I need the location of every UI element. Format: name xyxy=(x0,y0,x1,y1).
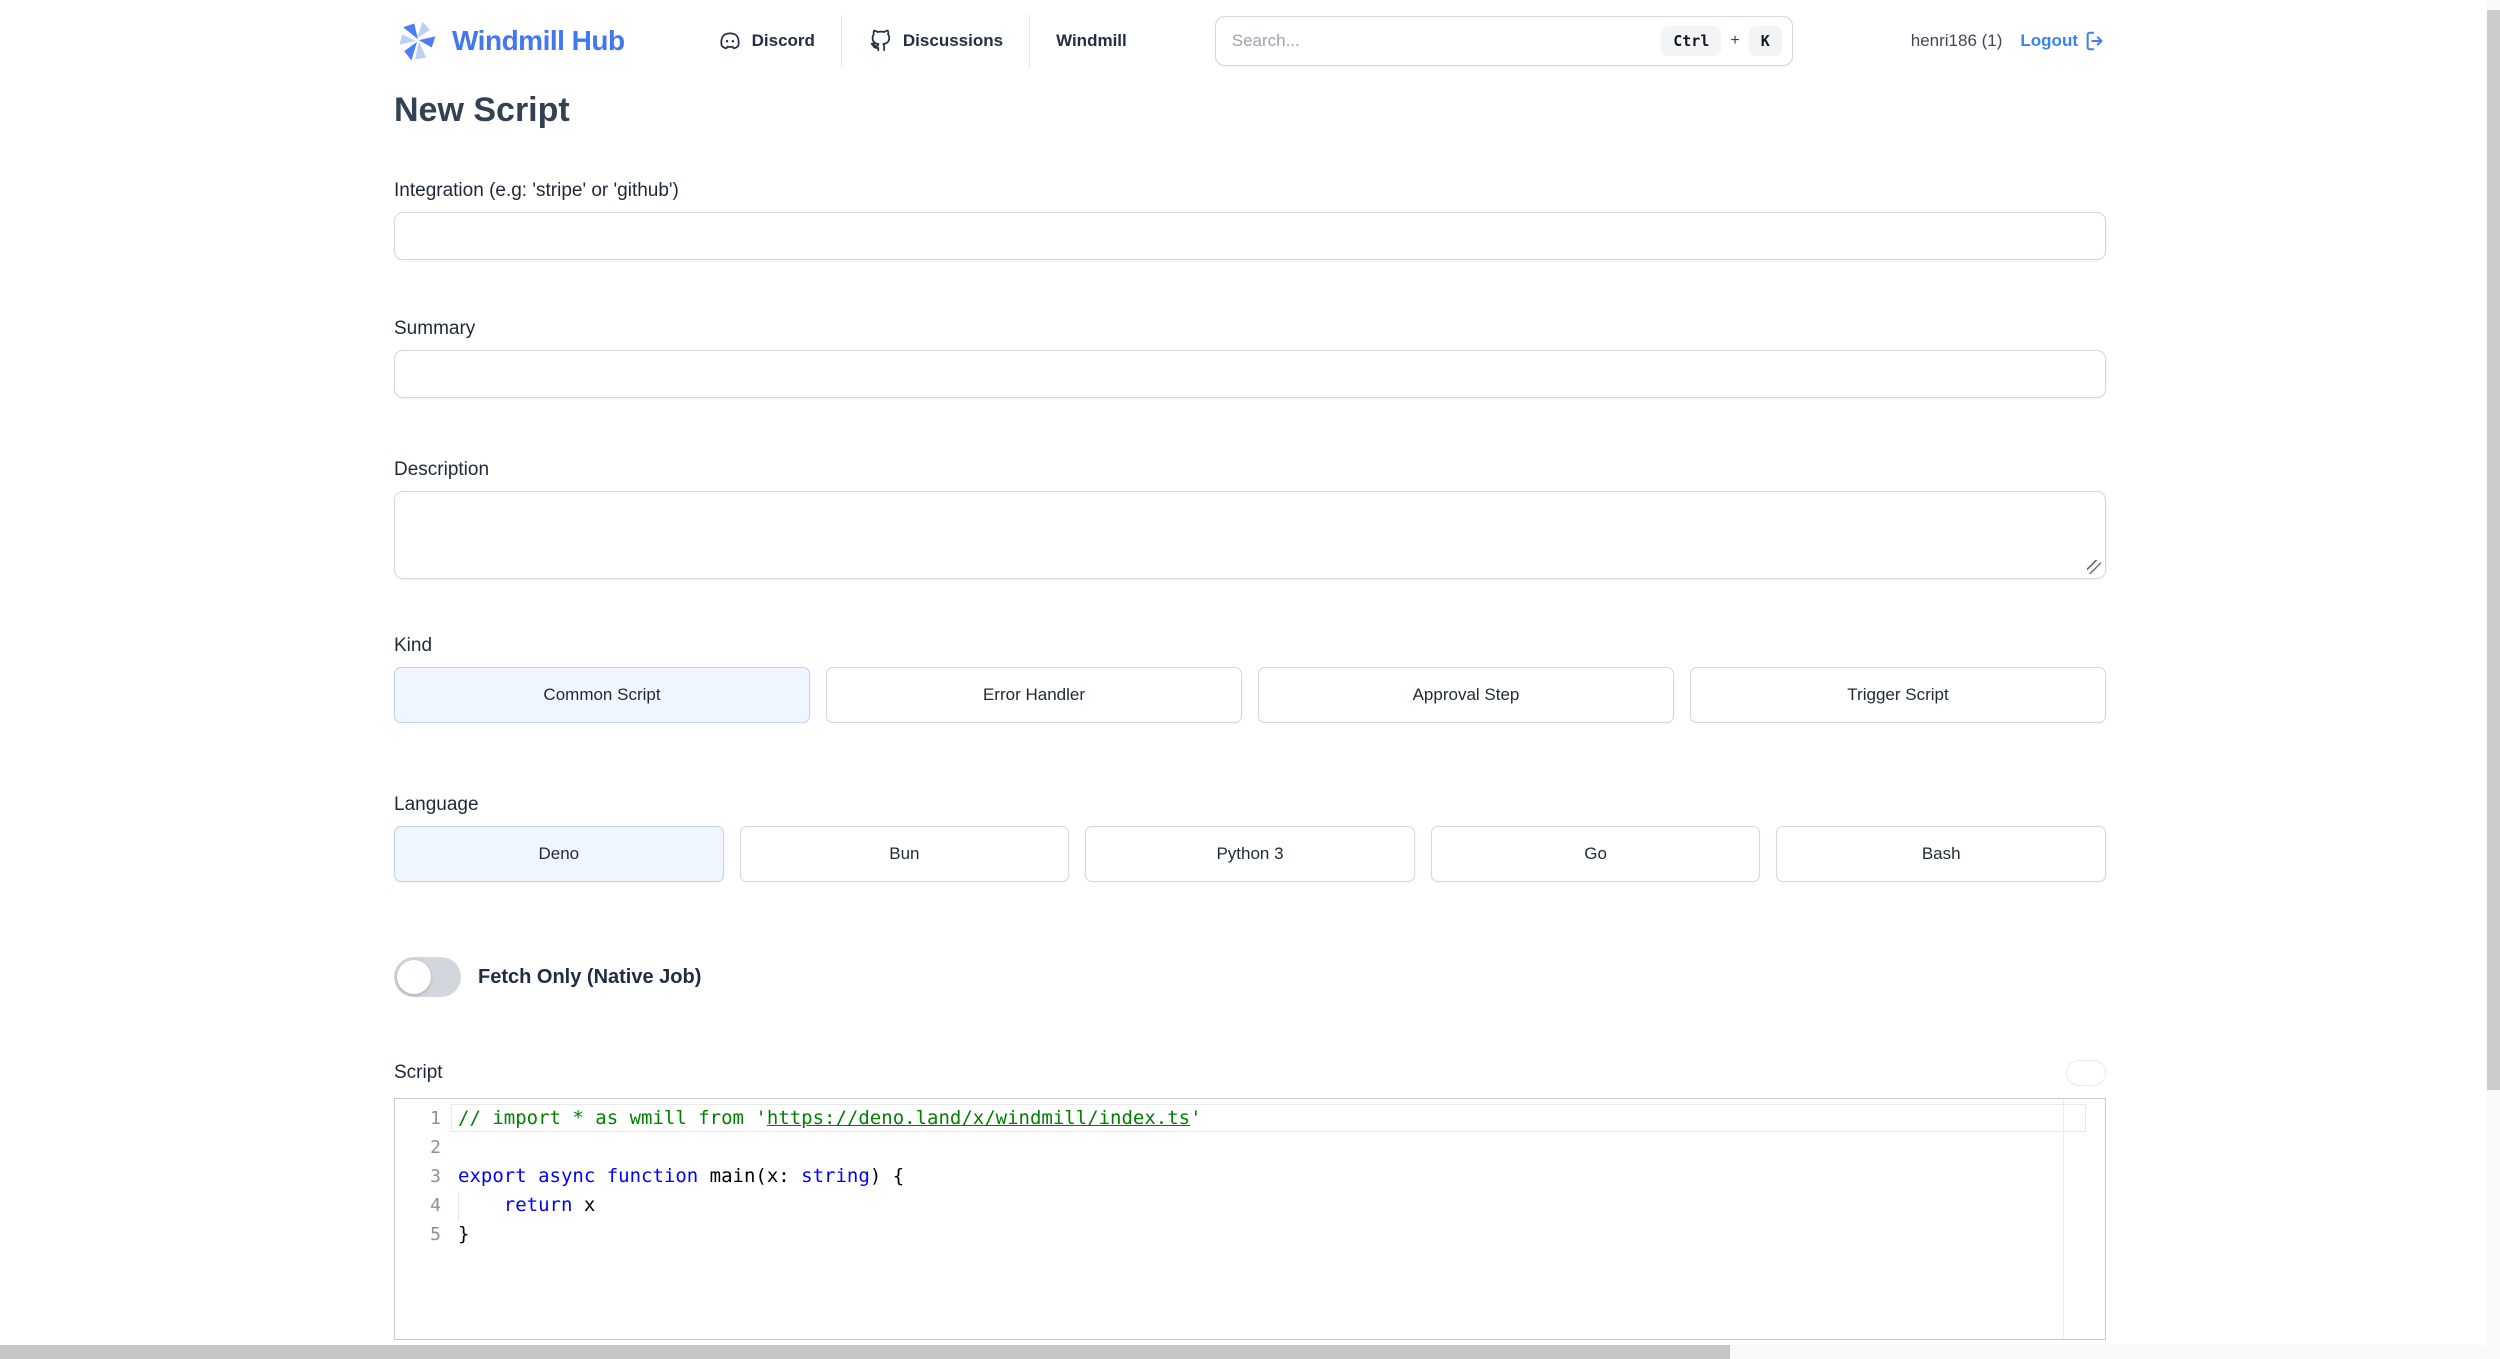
textarea-resize-handle[interactable] xyxy=(2087,560,2101,574)
script-editor-toggle[interactable] xyxy=(2066,1060,2106,1086)
kind-label: Kind xyxy=(394,635,433,656)
windmill-logo-icon xyxy=(399,21,436,61)
code-line-5: 5} xyxy=(395,1220,2105,1249)
kbd-k: K xyxy=(1748,26,1782,56)
line-code: export async function main(x: string) { xyxy=(458,1165,905,1187)
kind-option-common-script[interactable]: Common Script xyxy=(394,667,810,723)
description-textarea[interactable] xyxy=(394,491,2106,579)
line-code: return x xyxy=(503,1194,596,1216)
line-number: 3 xyxy=(430,1166,441,1187)
nav-item-discord[interactable]: Discord xyxy=(717,28,815,54)
kbd-separator: + xyxy=(1730,32,1740,49)
github-icon xyxy=(870,29,891,52)
logout-label: Logout xyxy=(2020,31,2078,50)
kind-option-trigger-script[interactable]: Trigger Script xyxy=(1690,667,2106,723)
line-code: // import * as wmill from 'https://deno.… xyxy=(458,1107,1202,1129)
user-area: henri186 (1) Logout xyxy=(1911,30,2106,52)
description-label: Description xyxy=(394,459,490,480)
nav-label-discussions: Discussions xyxy=(902,31,1004,50)
language-option-go[interactable]: Go xyxy=(1430,826,1761,882)
code-editor[interactable]: 1 // import * as wmill from 'https://deno… xyxy=(394,1098,2106,1340)
toggle-knob xyxy=(397,960,431,994)
language-option-bun[interactable]: Bun xyxy=(739,826,1070,882)
kind-options: Common Script Error Handler Approval Step T… xyxy=(394,667,2106,723)
header-nav: Discord Discussions Windmill xyxy=(717,15,1127,67)
language-options: Deno Bun Python 3 Go Bash xyxy=(394,826,2106,882)
kind-option-approval-step[interactable]: Approval Step xyxy=(1258,667,1674,723)
fetch-only-label: Fetch Only (Native Job) xyxy=(478,965,702,988)
brand-home-link[interactable]: Windmill Hub xyxy=(394,18,625,64)
code-line-2: 2 xyxy=(395,1133,2105,1162)
line-code: } xyxy=(458,1223,470,1245)
line-number: 5 xyxy=(430,1224,441,1245)
kbd-ctrl: Ctrl xyxy=(1661,26,1722,56)
line-number: 4 xyxy=(430,1195,441,1216)
discord-icon xyxy=(720,32,740,50)
nav-label-windmill: Windmill xyxy=(1056,31,1127,50)
language-label: Language xyxy=(394,794,479,815)
main-content: New Script Integration (e.g: 'stripe' or… xyxy=(394,88,2106,1340)
search-input[interactable] xyxy=(1231,31,1662,51)
summary-input[interactable] xyxy=(394,350,2106,398)
vertical-scrollbar[interactable] xyxy=(2487,0,2500,1359)
code-line-1: 1 // import * as wmill from 'https://deno… xyxy=(395,1104,2105,1133)
nav-divider xyxy=(1029,15,1031,67)
language-option-bash[interactable]: Bash xyxy=(1776,826,2106,882)
horizontal-scrollbar-thumb[interactable] xyxy=(0,1345,1730,1359)
nav-label-discord: Discord xyxy=(751,31,815,50)
brand-name: Windmill Hub xyxy=(452,25,625,56)
integration-label: Integration (e.g: 'stripe' or 'github') xyxy=(394,180,679,201)
kind-option-error-handler[interactable]: Error Handler xyxy=(826,667,1242,723)
horizontal-scrollbar[interactable] xyxy=(0,1345,2500,1359)
language-option-python-3[interactable]: Python 3 xyxy=(1085,826,1415,882)
vertical-scrollbar-thumb[interactable] xyxy=(2487,10,2500,1090)
nav-item-windmill[interactable]: Windmill xyxy=(1056,31,1127,51)
integration-input[interactable] xyxy=(394,212,2106,260)
logout-button[interactable]: Logout xyxy=(2020,30,2106,52)
line-number: 2 xyxy=(430,1137,441,1158)
nav-divider xyxy=(840,15,842,67)
code-line-3: 3 export async function main(x: string) { xyxy=(395,1162,2105,1191)
nav-item-discussions[interactable]: Discussions xyxy=(868,28,1003,54)
script-label: Script xyxy=(394,1062,443,1083)
page-title: New Script xyxy=(394,91,570,129)
logout-icon xyxy=(2086,31,2103,51)
app-header: Windmill Hub Discord Discussions Windmil… xyxy=(0,0,2500,82)
line-number: 1 xyxy=(430,1108,441,1129)
username-label: henri186 (1) xyxy=(1910,31,2003,50)
search-box[interactable]: Ctrl + K xyxy=(1214,16,1793,66)
summary-label: Summary xyxy=(394,318,476,339)
fetch-only-toggle[interactable] xyxy=(394,957,461,997)
language-option-deno[interactable]: Deno xyxy=(394,826,724,882)
code-line-4: 4 return x xyxy=(395,1191,2105,1220)
